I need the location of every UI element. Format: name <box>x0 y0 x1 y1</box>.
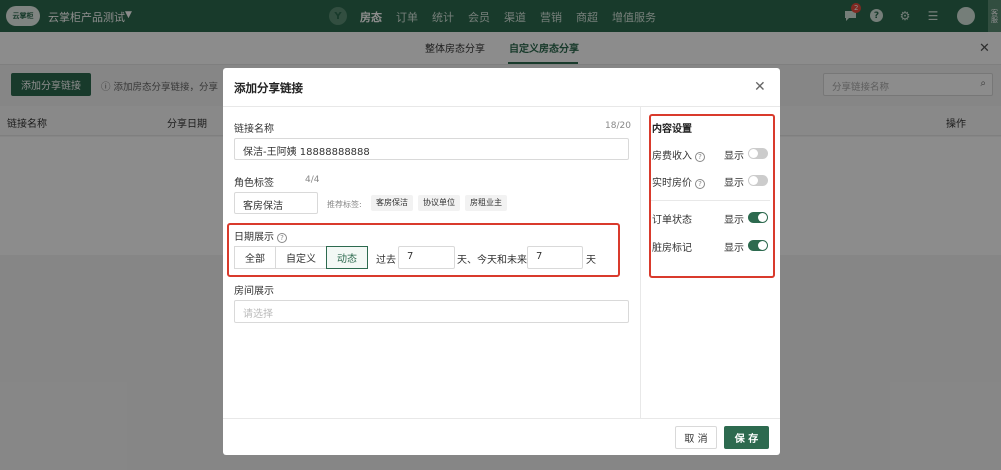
divider <box>223 418 780 419</box>
link-name-label: 链接名称 <box>234 124 274 135</box>
room-display-label: 房间展示 <box>234 286 274 297</box>
cancel-button[interactable]: 取 消 <box>675 426 717 449</box>
recommend-tag-chip[interactable]: 客房保洁 <box>371 195 413 211</box>
role-tag-counter: 4/4 <box>305 175 320 185</box>
role-tag-input[interactable]: 客房保洁 <box>234 192 318 214</box>
divider <box>640 107 641 418</box>
divider <box>223 106 780 107</box>
date-mode-dynamic[interactable]: 动态 <box>326 246 368 269</box>
recommend-tags-label: 推荐标签: <box>327 200 362 209</box>
room-select[interactable]: 请选择 <box>234 300 629 323</box>
add-share-link-dialog: 添加分享链接 ✕ 链接名称 18/20 保洁-王阿姨 18888888888 角… <box>223 68 780 455</box>
recommend-tag-chip[interactable]: 协议单位 <box>418 195 460 211</box>
link-name-counter: 18/20 <box>605 121 631 131</box>
dialog-close-icon[interactable]: ✕ <box>754 79 766 95</box>
recommend-tag-chip[interactable]: 房租业主 <box>465 195 507 211</box>
highlight-box-date-display <box>227 223 620 277</box>
highlight-box-content-settings <box>649 114 775 278</box>
link-name-input[interactable]: 保洁-王阿姨 18888888888 <box>234 138 629 160</box>
save-button[interactable]: 保 存 <box>724 426 769 449</box>
role-tag-label: 角色标签 <box>234 178 274 189</box>
dialog-title: 添加分享链接 <box>234 81 303 95</box>
